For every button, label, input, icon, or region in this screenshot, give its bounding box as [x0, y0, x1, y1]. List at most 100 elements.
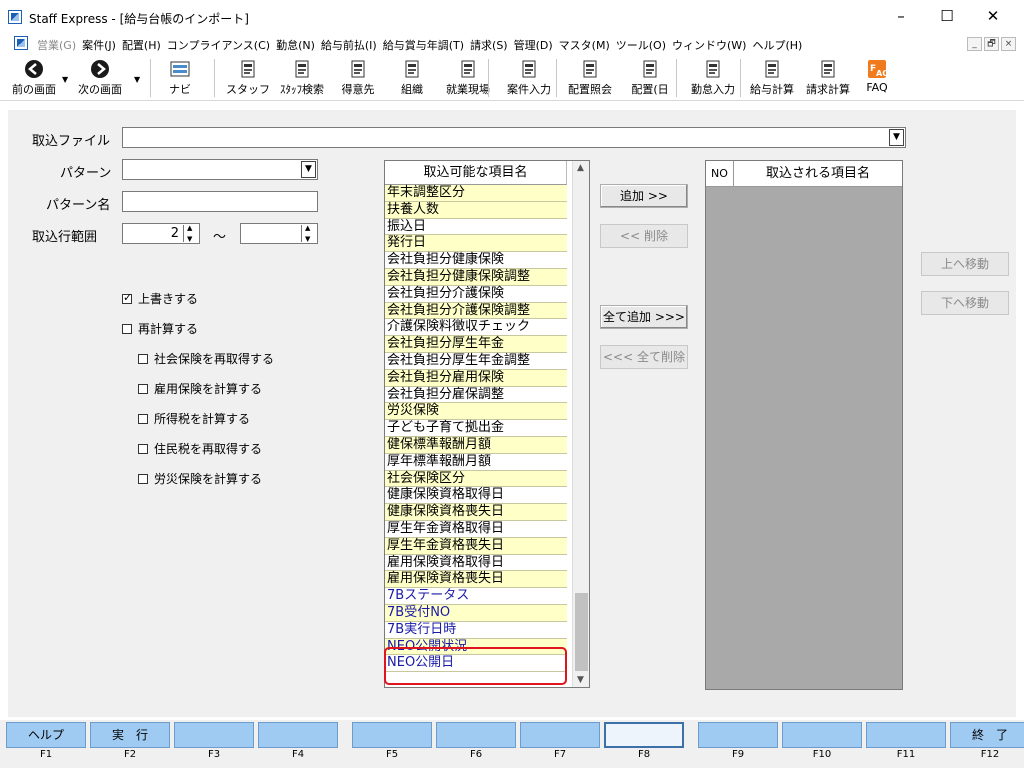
list-item[interactable]: 健康保険資格喪失日: [385, 504, 567, 521]
add-button[interactable]: 追加 >>: [600, 184, 688, 208]
option-checkbox[interactable]: 上書きする: [122, 290, 198, 307]
menu-item[interactable]: ヘルプ(H): [752, 37, 808, 53]
add-all-button[interactable]: 全て追加 >>>: [600, 305, 688, 329]
list-item[interactable]: 会社負担分健康保険: [385, 252, 567, 269]
checkbox-icon[interactable]: [122, 324, 132, 334]
function-key-button[interactable]: ヘルプ: [6, 722, 86, 748]
list-item[interactable]: 扶養人数: [385, 201, 567, 219]
function-key-button[interactable]: 実 行: [90, 722, 170, 748]
scroll-thumb[interactable]: [575, 593, 588, 671]
toolbar-button[interactable]: ｽﾀｯﾌ検索: [274, 55, 330, 101]
option-checkbox[interactable]: 住民税を再取得する: [138, 440, 262, 457]
list-scrollbar[interactable]: ▲ ▼: [572, 161, 589, 687]
list-item[interactable]: 年末調整区分: [385, 185, 567, 202]
function-key-button[interactable]: [352, 722, 432, 748]
list-item[interactable]: 労災保険: [385, 403, 567, 421]
menu-item[interactable]: 給与前払(I): [321, 37, 383, 53]
available-items-list[interactable]: 取込可能な項目名 年末調整区分 扶養人数 振込日 発行日 会社負担分健康保険 会社負担分健…: [384, 160, 590, 688]
function-key-button[interactable]: [174, 722, 254, 748]
pattern-name-input[interactable]: [122, 191, 318, 212]
checkbox-icon[interactable]: [138, 474, 148, 484]
list-item[interactable]: 発行日: [385, 235, 567, 253]
function-key-button[interactable]: [698, 722, 778, 748]
pattern-combo[interactable]: ▼: [122, 159, 318, 180]
mdi-minimize-button[interactable]: _: [967, 37, 982, 51]
list-item[interactable]: 社会保険区分: [385, 470, 567, 488]
menu-item[interactable]: 配置(H): [122, 37, 167, 53]
menu-item[interactable]: 勤怠(N): [276, 37, 321, 53]
menu-item[interactable]: 請求(S): [470, 37, 514, 53]
toolbar-button[interactable]: F AQ FAQ: [862, 55, 892, 101]
menu-item[interactable]: コンプライアンス(C): [167, 37, 276, 53]
menu-item[interactable]: ウィンドウ(W): [672, 37, 752, 53]
function-key-button[interactable]: [604, 722, 684, 748]
toolbar-button[interactable]: 案件入力: [500, 55, 558, 101]
list-item[interactable]: 7B受付NO: [385, 604, 567, 622]
list-item[interactable]: 厚年標準報酬月額: [385, 453, 567, 471]
chevron-down-icon[interactable]: ▼: [889, 129, 904, 146]
toolbar-button[interactable]: 前の画面: [4, 55, 64, 101]
document-icon[interactable]: [14, 36, 28, 50]
scroll-down-icon[interactable]: ▼: [577, 675, 584, 685]
remove-button[interactable]: << 削除: [600, 224, 688, 248]
option-checkbox[interactable]: 労災保険を計算する: [138, 470, 262, 487]
toolbar-button[interactable]: 得意先: [334, 55, 382, 101]
list-item[interactable]: NEO公開状況: [385, 638, 567, 656]
mdi-restore-button[interactable]: 🗗: [984, 37, 999, 51]
list-item[interactable]: 子ども子育て拠出金: [385, 420, 567, 437]
checkbox-icon[interactable]: [138, 444, 148, 454]
toolbar-button[interactable]: 請求計算: [800, 55, 856, 101]
list-item[interactable]: 厚生年金資格取得日: [385, 520, 567, 538]
function-key-button[interactable]: 終 了: [950, 722, 1024, 748]
list-item[interactable]: 会社負担分介護保険: [385, 285, 567, 303]
menu-item[interactable]: マスタ(M): [559, 37, 616, 53]
close-button[interactable]: ✕: [970, 0, 1016, 33]
move-up-button[interactable]: 上へ移動: [921, 252, 1009, 276]
function-key-button[interactable]: [782, 722, 862, 748]
toolbar-button[interactable]: 組織: [390, 55, 434, 101]
checkbox-icon[interactable]: [122, 291, 132, 304]
list-item[interactable]: 会社負担分雇保調整: [385, 386, 567, 404]
menu-item[interactable]: ツール(O): [616, 37, 672, 53]
toolbar-button[interactable]: 配置照会: [562, 55, 618, 101]
spinner-arrows-icon[interactable]: [301, 224, 316, 243]
toolbar-button[interactable]: 給与計算: [746, 55, 798, 101]
list-item[interactable]: 7B実行日時: [385, 621, 567, 639]
menu-item[interactable]: 給与賞与年調(T): [383, 37, 470, 53]
list-item[interactable]: NEO公開日: [385, 655, 567, 673]
scroll-up-icon[interactable]: ▲: [577, 163, 584, 173]
checkbox-icon[interactable]: [138, 384, 148, 394]
list-item[interactable]: 健康保険資格取得日: [385, 487, 567, 505]
range-from-spinner[interactable]: 2: [122, 223, 200, 244]
function-key-button[interactable]: [866, 722, 946, 748]
list-item[interactable]: 会社負担分雇用保険: [385, 369, 567, 387]
move-down-button[interactable]: 下へ移動: [921, 291, 1009, 315]
list-item[interactable]: 雇用保険資格喪失日: [385, 571, 567, 589]
function-key-button[interactable]: [520, 722, 600, 748]
list-item[interactable]: 会社負担分厚生年金: [385, 336, 567, 353]
toolbar-button[interactable]: 配置(日: [622, 55, 678, 101]
menu-item[interactable]: 営業(G): [37, 37, 82, 53]
menu-item[interactable]: 管理(D): [514, 37, 559, 53]
toolbar-button[interactable]: 次の画面: [70, 55, 130, 101]
mdi-close-button[interactable]: ×: [1001, 37, 1016, 51]
list-item[interactable]: 会社負担分介護保険調整: [385, 302, 567, 320]
import-file-combo[interactable]: ▼: [122, 127, 906, 148]
minimize-button[interactable]: –: [878, 0, 924, 33]
dropdown-arrow-icon[interactable]: ▼: [134, 75, 140, 84]
toolbar-button[interactable]: スタッフ: [224, 55, 272, 101]
toolbar-button[interactable]: ナビ: [160, 55, 200, 101]
checkbox-icon[interactable]: [138, 414, 148, 424]
toolbar-button[interactable]: 勤怠入力: [684, 55, 742, 101]
range-to-spinner[interactable]: [240, 223, 318, 244]
list-item[interactable]: 7Bステータス: [385, 588, 567, 605]
option-checkbox[interactable]: 所得税を計算する: [138, 410, 250, 427]
import-items-list[interactable]: NO 取込される項目名: [705, 160, 903, 690]
chevron-down-icon[interactable]: ▼: [301, 161, 316, 178]
list-item[interactable]: 雇用保険資格取得日: [385, 554, 567, 572]
list-item[interactable]: 厚生年金資格喪失日: [385, 537, 567, 555]
list-item[interactable]: 会社負担分厚生年金調整: [385, 352, 567, 370]
menu-item[interactable]: 案件(J): [82, 37, 122, 53]
list-item[interactable]: 振込日: [385, 218, 567, 236]
option-checkbox[interactable]: 再計算する: [122, 320, 198, 337]
